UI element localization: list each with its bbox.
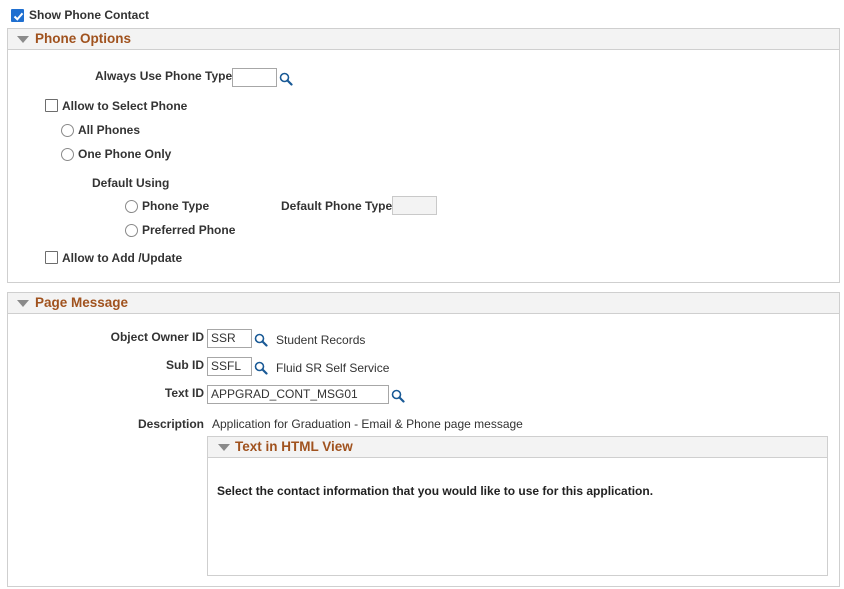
- html-view-header[interactable]: Text in HTML View: [208, 437, 827, 458]
- allow-to-select-phone-checkbox[interactable]: [45, 99, 58, 112]
- search-icon[interactable]: [391, 389, 405, 403]
- page-message-title: Page Message: [35, 295, 129, 310]
- default-using-label: Default Using: [92, 176, 170, 190]
- always-use-phone-type-label: Always Use Phone Type: [95, 69, 233, 83]
- collapse-triangle-icon[interactable]: [218, 444, 230, 451]
- html-view-title: Text in HTML View: [235, 439, 353, 454]
- text-id-label: Text ID: [164, 386, 204, 400]
- one-phone-only-radio[interactable]: [61, 148, 74, 161]
- page-message-header[interactable]: Page Message: [8, 293, 839, 314]
- phone-options-title: Phone Options: [35, 31, 131, 46]
- sub-id-input[interactable]: SSFL: [207, 357, 252, 376]
- default-phone-type-label: Default Phone Type: [281, 199, 393, 213]
- phone-type-label: Phone Type: [142, 199, 210, 213]
- allow-to-add-update-label: Allow to Add /Update: [62, 251, 183, 265]
- search-icon[interactable]: [254, 361, 268, 375]
- description-value: Application for Graduation - Email & Pho…: [212, 417, 523, 431]
- object-owner-description: Student Records: [276, 333, 366, 347]
- phone-options-header[interactable]: Phone Options: [8, 29, 839, 50]
- one-phone-only-label: One Phone Only: [78, 147, 172, 161]
- default-phone-type-input: [392, 196, 437, 215]
- allow-to-select-phone-label: Allow to Select Phone: [62, 99, 188, 113]
- search-icon[interactable]: [279, 72, 293, 86]
- collapse-triangle-icon[interactable]: [17, 36, 29, 43]
- phone-type-radio[interactable]: [125, 200, 138, 213]
- preferred-phone-label: Preferred Phone: [142, 223, 236, 237]
- show-phone-contact-checkbox[interactable]: [11, 9, 24, 22]
- search-icon[interactable]: [254, 333, 268, 347]
- description-label: Description: [137, 417, 204, 431]
- html-view-group: Text in HTML View Select the contact inf…: [207, 436, 828, 576]
- collapse-triangle-icon[interactable]: [17, 300, 29, 307]
- object-owner-id-input[interactable]: SSR: [207, 329, 252, 348]
- object-owner-id-label: Object Owner ID: [110, 330, 204, 344]
- sub-id-description: Fluid SR Self Service: [276, 361, 390, 375]
- always-use-phone-type-input[interactable]: [232, 68, 277, 87]
- preferred-phone-radio[interactable]: [125, 224, 138, 237]
- all-phones-label: All Phones: [78, 123, 141, 137]
- html-view-content: Select the contact information that you …: [217, 484, 654, 498]
- allow-to-add-update-checkbox[interactable]: [45, 251, 58, 264]
- checkmark-icon: [13, 12, 24, 21]
- text-id-input[interactable]: APPGRAD_CONT_MSG01: [207, 385, 389, 404]
- sub-id-label: Sub ID: [166, 358, 204, 372]
- all-phones-radio[interactable]: [61, 124, 74, 137]
- show-phone-contact-label: Show Phone Contact: [29, 8, 149, 22]
